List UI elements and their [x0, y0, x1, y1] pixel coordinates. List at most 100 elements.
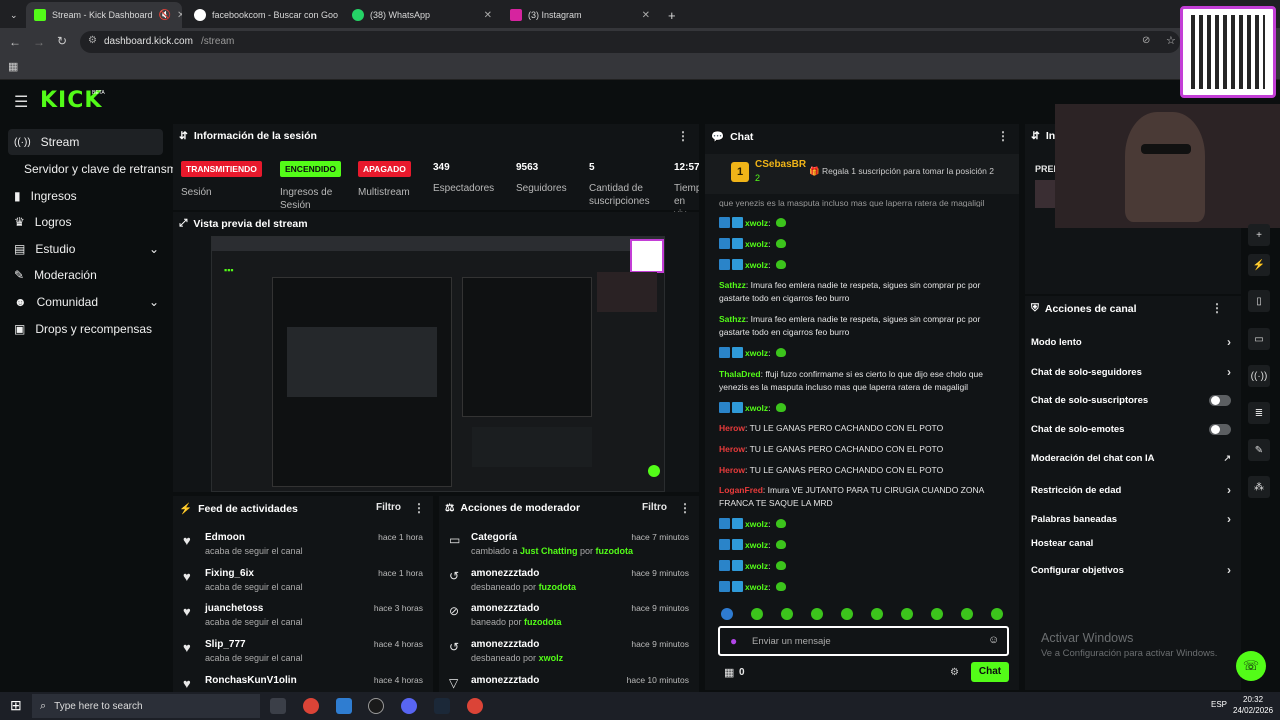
sidebar-item-stream[interactable]: ((·)) Stream — [8, 129, 163, 155]
tool-button[interactable]: ▯ — [1248, 290, 1270, 312]
tool-button[interactable]: ⚡ — [1248, 254, 1270, 276]
emoji-icon[interactable]: ☺ — [988, 634, 999, 646]
action-banned-words[interactable]: Palabras baneadas › — [1031, 512, 1231, 526]
microphone-icon[interactable]: ● — [730, 634, 737, 648]
tool-button[interactable]: ▭ — [1248, 328, 1270, 350]
task-view-icon[interactable] — [270, 698, 286, 714]
emote-icon[interactable] — [991, 608, 1003, 620]
sidebar-item-ingresos[interactable]: ▮ Ingresos — [8, 183, 163, 209]
windows-start-icon[interactable]: ⊞ — [10, 697, 22, 714]
bookmark-star-icon[interactable]: ☆ — [1166, 34, 1176, 47]
action-host-channel[interactable]: Hostear canal — [1031, 538, 1231, 549]
close-tab-icon[interactable]: ✕ — [177, 10, 182, 21]
chat-username[interactable]: Herow — [719, 465, 745, 475]
emote-icon[interactable] — [811, 608, 823, 620]
chat-username[interactable]: Sathzz — [719, 280, 746, 290]
chrome-app-icon[interactable] — [303, 698, 319, 714]
hamburger-menu-icon[interactable]: ☰ — [14, 92, 28, 112]
channel-actions-menu-icon[interactable]: ⋮ — [1211, 301, 1223, 315]
apps-grid-icon[interactable]: ▦ — [8, 60, 18, 73]
file-app-icon[interactable] — [336, 698, 352, 714]
reload-icon[interactable]: ↻ — [57, 34, 67, 48]
chat-username[interactable]: xwolz — [745, 582, 768, 592]
action-age-restriction[interactable]: Restricción de edad › — [1031, 483, 1231, 497]
chat-username[interactable]: Sathzz — [719, 314, 746, 324]
emote-icon[interactable] — [751, 608, 763, 620]
subs-only-toggle[interactable] — [1209, 395, 1231, 406]
clock-time[interactable]: 20:32 — [1243, 695, 1263, 704]
mod-menu-icon[interactable]: ⋮ — [679, 501, 691, 515]
sidebar-item-estudio[interactable]: ▤ Estudio ⌄ — [8, 236, 163, 262]
tool-button[interactable]: ✎ — [1248, 439, 1270, 461]
emotes-only-toggle[interactable] — [1209, 424, 1231, 435]
stream-video[interactable]: ▪▪▪ — [211, 236, 665, 492]
chat-username[interactable]: xwolz — [745, 239, 768, 249]
action-slow-mode[interactable]: Modo lento › — [1031, 335, 1231, 349]
emote-icon[interactable] — [871, 608, 883, 620]
site-info-icon[interactable]: ⚙ — [88, 35, 97, 46]
tool-button[interactable]: + — [1248, 224, 1270, 246]
sidebar-item-logros[interactable]: ♛ Logros — [8, 209, 163, 235]
close-tab-icon[interactable]: ✕ — [642, 10, 650, 21]
chrome-active-app-icon[interactable] — [467, 698, 483, 714]
eye-off-icon[interactable]: ⊘ — [1142, 35, 1150, 46]
sidebar-item-drops[interactable]: ▣ Drops y recompensas — [8, 316, 163, 342]
action-configure-goals[interactable]: Configurar objetivos › — [1031, 563, 1231, 577]
language-indicator[interactable]: ESP — [1211, 700, 1227, 709]
chat-username[interactable]: xwolz — [745, 348, 768, 358]
chat-input-box[interactable]: ● Enviar un mensaje ☺ — [718, 626, 1009, 656]
activity-menu-icon[interactable]: ⋮ — [413, 501, 425, 515]
close-tab-icon[interactable]: ✕ — [484, 10, 492, 21]
tool-button[interactable]: ⁂ — [1248, 476, 1270, 498]
back-arrow-icon[interactable]: ← — [9, 35, 21, 49]
action-followers-only[interactable]: Chat de solo-seguidores › — [1031, 365, 1231, 379]
chat-line-cut: que yenezis es la masputa incluso mas qu… — [719, 198, 985, 207]
sidebar-item-moderacion[interactable]: ✎ Moderación — [8, 262, 163, 288]
help-bubble-icon[interactable]: ☏ — [1236, 651, 1266, 681]
tab-list-button[interactable]: ⌄ — [2, 2, 22, 28]
discord-app-icon[interactable] — [401, 698, 417, 714]
forward-arrow-icon[interactable]: → — [33, 35, 45, 49]
taskbar-search[interactable]: ⌕ Type here to search — [32, 694, 260, 718]
chat-username[interactable]: ThalaDred — [719, 369, 761, 379]
emote-icon[interactable] — [901, 608, 913, 620]
sidebar-item-comunidad[interactable]: ☻ Comunidad ⌄ — [8, 289, 163, 315]
obs-app-icon[interactable] — [368, 698, 384, 714]
tab-instagram[interactable]: (3) Instagram ✕ — [502, 2, 658, 28]
pinned-user[interactable]: CSebasBR — [755, 159, 806, 170]
emote-icon[interactable] — [841, 608, 853, 620]
chat-username[interactable]: xwolz — [745, 540, 768, 550]
chat-username[interactable]: xwolz — [745, 561, 768, 571]
chat-input[interactable]: Enviar un mensaje — [752, 636, 831, 647]
clock-date[interactable]: 24/02/2026 — [1233, 706, 1273, 715]
emote-icon[interactable] — [721, 608, 733, 620]
chat-username[interactable]: xwolz — [745, 519, 768, 529]
new-tab-button[interactable]: + — [660, 2, 682, 28]
chat-username[interactable]: xwolz — [745, 403, 768, 413]
emote-icon[interactable] — [781, 608, 793, 620]
chat-username[interactable]: Herow — [719, 423, 745, 433]
action-ai-moderation[interactable]: Moderación del chat con IA ↗ — [1031, 453, 1231, 464]
mod-filter-button[interactable]: Filtro — [642, 502, 667, 513]
chat-username[interactable]: LoganFred — [719, 485, 763, 495]
activity-filter-button[interactable]: Filtro — [376, 502, 401, 513]
tab-facebook-search[interactable]: facebookcom - Buscar con Goo ✕ — [186, 2, 342, 28]
tool-button[interactable]: ((·)) — [1248, 365, 1270, 387]
chat-send-button[interactable]: Chat — [971, 662, 1009, 682]
session-menu-icon[interactable]: ⋮ — [677, 129, 689, 143]
tab-kick-dashboard[interactable]: Stream - Kick Dashboard 🔇 ✕ — [26, 2, 182, 28]
gift-sub-prompt[interactable]: 🎁 Regala 1 suscripción para tomar la pos… — [809, 166, 994, 177]
chat-username[interactable]: xwolz — [745, 218, 768, 228]
tool-button[interactable]: ≣ — [1248, 402, 1270, 424]
chat-username[interactable]: Herow — [719, 444, 745, 454]
chat-username[interactable]: xwolz — [745, 260, 768, 270]
chat-menu-icon[interactable]: ⋮ — [997, 129, 1009, 143]
tab-whatsapp[interactable]: (38) WhatsApp ✕ — [344, 2, 500, 28]
url-bar[interactable]: ⚙ dashboard.kick.com /stream ⊘ ☆ — [80, 31, 1180, 53]
mute-tab-icon[interactable]: 🔇 — [159, 10, 171, 21]
emote-icon[interactable] — [931, 608, 943, 620]
steam-app-icon[interactable] — [434, 698, 450, 714]
emote-icon[interactable] — [961, 608, 973, 620]
chat-settings-icon[interactable]: ⚙ — [950, 667, 959, 678]
sidebar-item-server-key[interactable]: Servidor y clave de retransm — [18, 156, 178, 182]
